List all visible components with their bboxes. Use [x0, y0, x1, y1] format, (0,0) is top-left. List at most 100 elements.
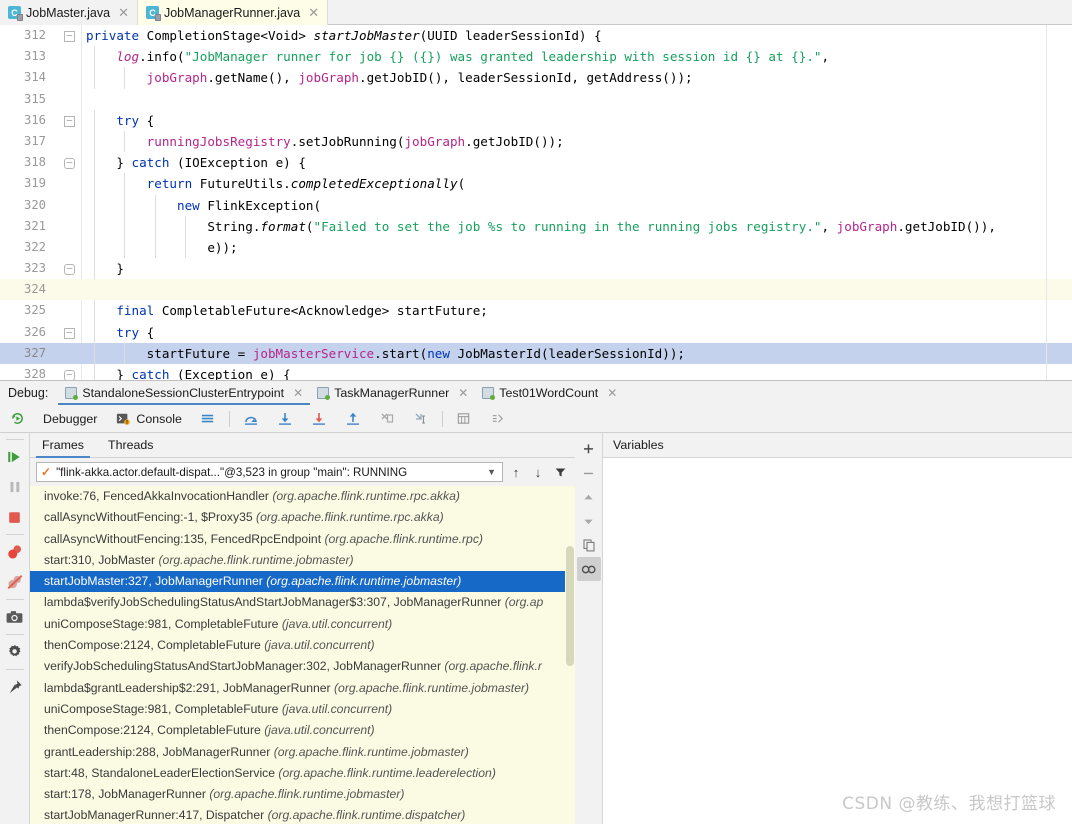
mute-breakpoints-icon [6, 573, 24, 591]
debugger-tab-label: Debugger [43, 411, 98, 426]
layout-settings-button[interactable] [191, 405, 225, 433]
close-icon[interactable]: ✕ [118, 5, 129, 21]
frame-up-button[interactable]: ↑ [507, 463, 525, 481]
frame-row[interactable]: thenCompose:2124, CompletableFuture (jav… [30, 720, 575, 741]
console-tab-button[interactable]: Console [106, 405, 190, 433]
frame-row[interactable]: start:310, JobMaster (org.apache.flink.r… [30, 550, 575, 571]
evaluate-expression-button [447, 405, 481, 433]
frame-row[interactable]: callAsyncWithoutFencing:135, FencedRpcEn… [30, 529, 575, 550]
close-icon[interactable]: ✕ [458, 386, 468, 400]
close-icon[interactable]: ✕ [293, 386, 303, 400]
fold-expand-icon[interactable]: – [64, 327, 75, 339]
frames-list[interactable]: invoke:76, FencedAkkaInvocationHandler (… [30, 486, 575, 824]
code-line[interactable]: 326 – try { [0, 321, 1072, 343]
code-line[interactable]: 327 startFuture = jobMasterService.start… [0, 342, 1072, 364]
tab-threads[interactable]: Threads [96, 433, 165, 458]
frame-package: (org.apache.flink.runtime.jobmaster) [266, 574, 462, 589]
watches-toggle-button[interactable] [576, 557, 601, 581]
settings-gear-icon [6, 643, 24, 661]
force-step-into-button[interactable] [302, 405, 336, 433]
frame-row[interactable]: thenCompose:2124, CompletableFuture (jav… [30, 635, 575, 656]
line-number: 322 [23, 239, 46, 254]
frame-down-button[interactable]: ↓ [529, 463, 547, 481]
frames-panel: Frames Threads ✓ "flink-akka.actor.defau… [30, 433, 575, 824]
thread-select[interactable]: ✓ "flink-akka.actor.default-dispat..."@3… [36, 462, 503, 482]
run-tab-label: TaskManagerRunner [334, 386, 450, 400]
mute-breakpoints-button[interactable] [1, 567, 29, 597]
code-line[interactable]: 313 log.info("JobManager runner for job … [0, 46, 1072, 68]
fold-collapse-icon[interactable]: – [64, 370, 75, 380]
frame-row[interactable]: verifyJobSchedulingStatusAndStartJobMana… [30, 656, 575, 677]
close-icon[interactable]: ✕ [607, 386, 617, 400]
frame-row[interactable]: grantLeadership:288, JobManagerRunner (o… [30, 742, 575, 763]
pin-button[interactable] [1, 672, 29, 702]
run-tab-taskmanagerrunner[interactable]: TaskManagerRunner ✕ [310, 381, 475, 405]
tab-frames[interactable]: Frames [30, 433, 96, 458]
copy-value-button[interactable] [577, 533, 601, 557]
frame-row[interactable]: uniComposeStage:981, CompletableFuture (… [30, 699, 575, 720]
code-editor[interactable]: 312– private CompletionStage<Void> startJ… [0, 25, 1072, 380]
add-watch-button[interactable] [577, 437, 601, 461]
line-number: 328 [23, 367, 46, 380]
code-line[interactable]: 324 [0, 279, 1072, 301]
code-line[interactable]: 323 – } [0, 258, 1072, 280]
frame-row[interactable]: start:178, JobManagerRunner (org.apache.… [30, 784, 575, 805]
editor-tab-jobmaster[interactable]: C JobMaster.java ✕ [0, 0, 138, 25]
camera-button[interactable] [1, 602, 29, 632]
pause-program-button[interactable] [1, 472, 29, 502]
frame-row[interactable]: callAsyncWithoutFencing:-1, $Proxy35 (or… [30, 507, 575, 528]
code-line[interactable]: 320 new FlinkException( [0, 194, 1072, 216]
frame-row[interactable]: lambda$verifyJobSchedulingStatusAndStart… [30, 592, 575, 613]
code-lines[interactable]: 312– private CompletionStage<Void> startJ… [0, 25, 1072, 380]
frame-package: (org.apache.flink.runtime.rpc) [324, 531, 483, 546]
variables-title: Variables [603, 433, 1072, 458]
chevron-down-icon[interactable]: ▼ [487, 467, 498, 477]
run-tab-standalonesessionclusterentrypoint[interactable]: StandaloneSessionClusterEntrypoint ✕ [58, 381, 311, 405]
frame-row[interactable]: uniComposeStage:981, CompletableFuture (… [30, 614, 575, 635]
resume-program-button[interactable] [1, 442, 29, 472]
frame-row[interactable]: start:48, StandaloneLeaderElectionServic… [30, 763, 575, 784]
filter-frames-button[interactable] [551, 463, 569, 481]
rerun-button[interactable] [0, 405, 34, 433]
view-breakpoints-button[interactable] [1, 537, 29, 567]
fold-expand-icon[interactable]: – [64, 31, 75, 42]
fold-expand-icon[interactable]: – [64, 115, 75, 127]
frame-row[interactable]: startJobManagerRunner:417, Dispatcher (o… [30, 805, 575, 824]
code-line[interactable]: 312 – private CompletionStage<Void> startJ… [0, 25, 1072, 46]
editor-tab-jobmanagerrunner[interactable]: C JobManagerRunner.java ✕ [137, 0, 329, 25]
code-text: runningJobsRegistry.setJobRunning(jobGra… [146, 133, 564, 149]
run-tab-test01wordcount[interactable]: Test01WordCount ✕ [475, 381, 624, 405]
line-number: 324 [23, 282, 46, 297]
stop-button[interactable] [1, 502, 29, 532]
run-to-cursor-button [404, 405, 438, 433]
step-over-button[interactable] [234, 405, 268, 433]
frames-scrollbar-thumb[interactable] [566, 546, 574, 666]
fold-collapse-icon[interactable]: – [64, 264, 75, 276]
fold-collapse-icon[interactable]: – [64, 158, 75, 170]
remove-watch-button[interactable] [577, 461, 601, 485]
code-line[interactable]: 322 e)); [0, 236, 1072, 259]
close-icon[interactable]: ✕ [308, 5, 319, 21]
variables-tree[interactable] [603, 458, 1072, 824]
code-line[interactable]: 317 runningJobsRegistry.setJobRunning(jo… [0, 130, 1072, 153]
settings-button[interactable] [1, 637, 29, 667]
code-line[interactable]: 315 [0, 89, 1072, 110]
frame-row-selected[interactable]: startJobMaster:327, JobManagerRunner (or… [30, 571, 575, 593]
code-line[interactable]: 328 – } catch (Exception e) { [0, 364, 1072, 380]
frame-row[interactable]: lambda$grantLeadership$2:291, JobManager… [30, 678, 575, 699]
move-watch-down-button[interactable] [577, 509, 601, 533]
code-line[interactable]: 318 – } catch (IOException e) { [0, 152, 1072, 174]
run-tab-label: StandaloneSessionClusterEntrypoint [82, 386, 285, 400]
code-line[interactable]: 314 jobGraph.getName(), jobGraph.getJobI… [0, 67, 1072, 89]
step-into-button[interactable] [268, 405, 302, 433]
frame-method: grantLeadership:288, JobManagerRunner [44, 744, 274, 759]
move-watch-up-button[interactable] [577, 485, 601, 509]
debugger-tab-button[interactable]: Debugger [34, 405, 106, 433]
frame-row[interactable]: invoke:76, FencedAkkaInvocationHandler (… [30, 486, 575, 507]
step-out-button[interactable] [336, 405, 370, 433]
code-line[interactable]: 319 return FutureUtils.completedExceptio… [0, 173, 1072, 195]
frames-scrollbar[interactable] [565, 486, 575, 824]
code-line[interactable]: 316 – try { [0, 109, 1072, 131]
code-line[interactable]: 321 String.format("Failed to set the job… [0, 215, 1072, 237]
code-line[interactable]: 325 final CompletableFuture<Acknowledge>… [0, 300, 1072, 322]
